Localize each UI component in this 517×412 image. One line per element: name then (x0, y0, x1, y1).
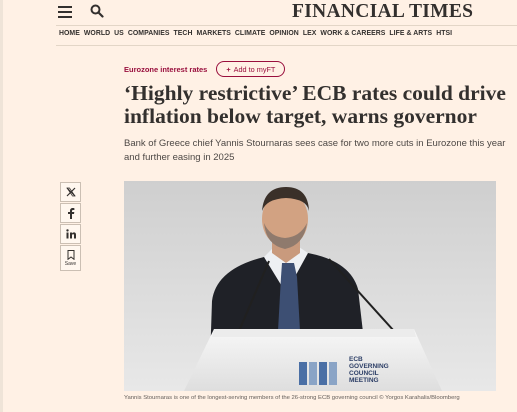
share-x-button[interactable] (60, 182, 81, 202)
nav-item-work-careers[interactable]: WORK & CAREERS (320, 30, 385, 37)
plus-icon: + (226, 64, 231, 74)
facebook-icon (67, 207, 74, 219)
podium-line-3: COUNCIL (349, 370, 379, 377)
nav-item-markets[interactable]: MARKETS (196, 30, 230, 37)
topic-row: Eurozone interest rates + Add to myFT (124, 61, 286, 77)
hamburger-menu-icon[interactable] (58, 6, 72, 18)
linkedin-icon (65, 229, 76, 239)
save-button[interactable]: Save (60, 245, 81, 271)
photo-caption: Yannis Stournaras is one of the longest-… (124, 395, 460, 401)
search-icon[interactable] (90, 4, 104, 18)
share-toolbar: Save (60, 182, 81, 272)
article-standfirst: Bank of Greece chief Yannis Stournaras s… (124, 138, 506, 163)
nav-item-climate[interactable]: CLIMATE (235, 30, 265, 37)
topic-link[interactable]: Eurozone interest rates (124, 65, 207, 74)
nav-item-opinion[interactable]: OPINION (269, 30, 298, 37)
x-twitter-icon (65, 187, 76, 197)
add-to-myft-button[interactable]: + Add to myFT (216, 61, 286, 77)
add-to-myft-label: Add to myFT (233, 64, 276, 74)
top-bar: FINANCIAL TIMES (0, 0, 517, 26)
nav-item-life-arts[interactable]: LIFE & ARTS (389, 30, 432, 37)
nav-divider (56, 45, 517, 46)
left-edge-strip (0, 0, 3, 412)
podium-line-2: GOVERNING (349, 363, 389, 370)
save-label: Save (64, 260, 77, 267)
bookmark-icon (67, 249, 74, 260)
nav-item-lex[interactable]: LEX (303, 30, 317, 37)
article-headline: ‘Highly restrictive’ ECB rates could dri… (124, 81, 506, 128)
main-navigation: HOME WORLD US COMPANIES TECH MARKETS CLIMATE OP… (59, 30, 452, 37)
masthead-logo[interactable]: FINANCIAL TIMES (292, 1, 473, 23)
nav-item-tech[interactable]: TECH (174, 30, 193, 37)
share-facebook-button[interactable] (60, 203, 81, 223)
nav-item-world[interactable]: WORLD (84, 30, 110, 37)
header-divider (56, 25, 517, 26)
governor-photo-illustration (124, 181, 496, 391)
article-photo: ECB GOVERNING COUNCIL MEETING (124, 181, 496, 391)
podium-text: ECB GOVERNING COUNCIL MEETING (349, 356, 389, 384)
nav-item-companies[interactable]: COMPANIES (128, 30, 170, 37)
nav-item-htsi[interactable]: HTSI (436, 30, 452, 37)
podium-line-1: ECB (349, 356, 363, 363)
nav-item-us[interactable]: US (114, 30, 124, 37)
podium-line-4: MEETING (349, 377, 379, 384)
share-linkedin-button[interactable] (60, 224, 81, 244)
nav-item-home[interactable]: HOME (59, 30, 80, 37)
